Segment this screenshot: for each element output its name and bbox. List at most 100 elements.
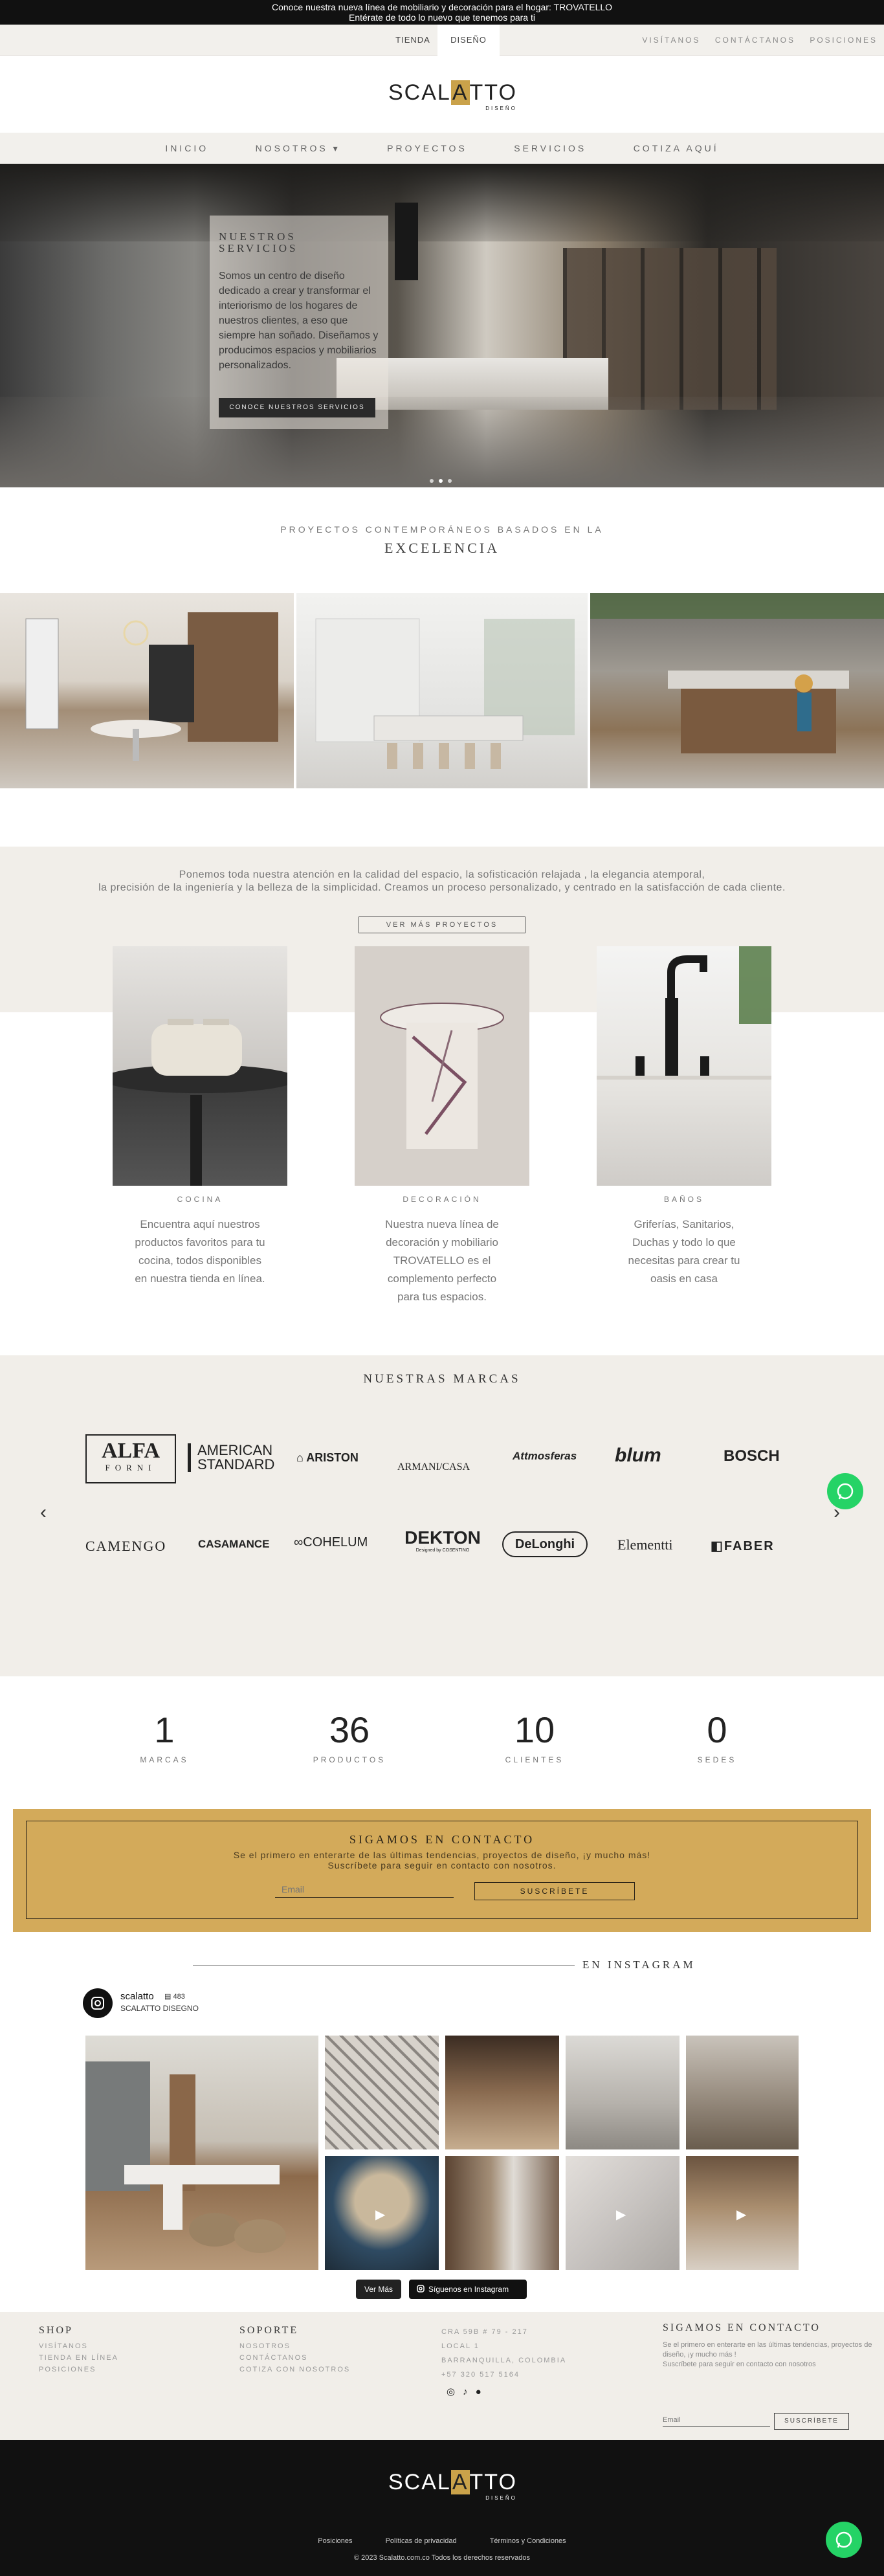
- brand-armani[interactable]: ARMANI/CASA: [397, 1461, 470, 1473]
- category-title-cocina: COCINA: [177, 1195, 223, 1204]
- project-image-kitchen[interactable]: [296, 593, 588, 788]
- instagram-post-9[interactable]: ▶: [686, 2156, 799, 2270]
- slider-dot[interactable]: [448, 479, 452, 483]
- nav-cotiza[interactable]: COTIZA AQUÍ: [634, 133, 719, 164]
- instagram-post-6[interactable]: ▶: [325, 2156, 439, 2270]
- instagram-more-button[interactable]: Ver Más: [356, 2280, 401, 2299]
- footer-link-nosotros[interactable]: NOSOTROS: [239, 2340, 350, 2352]
- footer-bottom-links: Posiciones Políticas de privacidad Térmi…: [0, 2537, 884, 2545]
- brand-cohelum[interactable]: ∞COHELUM: [294, 1535, 368, 1550]
- footer-link-tienda[interactable]: TIENDA EN LÍNEA: [39, 2352, 118, 2364]
- tiktok-icon[interactable]: ♪: [463, 2386, 476, 2397]
- brand-american-standard[interactable]: AMERICAN STANDARD: [188, 1443, 274, 1472]
- instagram-post-7[interactable]: [445, 2156, 559, 2270]
- footer-social-icons: ◎♪●: [447, 2386, 489, 2397]
- footer-logo[interactable]: SCALATTO DISEÑO: [388, 2470, 517, 2501]
- nav-servicios[interactable]: SERVICIOS: [514, 133, 586, 164]
- project-kitchen-drawing: [315, 618, 575, 769]
- brand-attmosferas[interactable]: Attmosferas: [513, 1450, 577, 1463]
- whatsapp-button-bottom[interactable]: [826, 2522, 862, 2558]
- footer-logo-start: SCAL: [388, 2470, 451, 2494]
- brand-delonghi[interactable]: DeLonghi: [502, 1531, 588, 1557]
- footer-address-line-2: LOCAL 1: [441, 2342, 480, 2350]
- newsletter-email-input[interactable]: [275, 1881, 454, 1898]
- link-posiciones[interactable]: POSICIONES: [810, 36, 878, 45]
- brand-ariston[interactable]: ⌂ ARISTON: [296, 1451, 359, 1465]
- brand-alfa[interactable]: ALFA FORNI: [85, 1434, 176, 1483]
- footer-link-posiciones[interactable]: POSICIONES: [39, 2364, 118, 2375]
- instagram-avatar[interactable]: [83, 1988, 113, 2018]
- site-logo[interactable]: SCALATTO DISEÑO: [388, 80, 517, 111]
- project-image-island[interactable]: [590, 593, 884, 788]
- newsletter-subscribe-button[interactable]: SUSCRÍBETE: [474, 1882, 635, 1900]
- hero-title-line-2: SERVICIOS: [219, 242, 298, 254]
- instagram-post-count: ▤ 483: [164, 1993, 185, 2001]
- slider-dot-active[interactable]: [439, 479, 443, 483]
- nav-inicio[interactable]: INICIO: [165, 133, 208, 164]
- hero-image-floor: [0, 397, 884, 487]
- instagram-handle[interactable]: scalatto: [120, 1991, 154, 2002]
- instagram-social-icon[interactable]: ◎: [447, 2386, 463, 2397]
- more-projects-button[interactable]: VER MÁS PROYECTOS: [359, 916, 525, 933]
- footer-link-terms[interactable]: Términos y Condiciones: [490, 2537, 566, 2545]
- instagram-divider: [193, 1965, 575, 1966]
- brand-casamance[interactable]: CASAMANCE: [198, 1538, 270, 1551]
- project-image-dining[interactable]: [0, 593, 294, 788]
- brand-camengo-name: CAMENGO: [85, 1538, 167, 1554]
- link-contactanos[interactable]: CONTÁCTANOS: [715, 36, 795, 45]
- hero-services-button[interactable]: CONOCE NUESTROS SERVICIOS: [219, 398, 375, 417]
- nav-proyectos[interactable]: PROYECTOS: [387, 133, 467, 164]
- newsletter-section: SIGAMOS EN CONTACTO Se el primero en ent…: [13, 1809, 871, 1932]
- footer-contact-text-2: diseño, ¡y mucho más !: [663, 2351, 736, 2359]
- brand-camengo[interactable]: CAMENGO: [85, 1538, 166, 1555]
- stat-clientes-label: CLIENTES: [505, 1755, 564, 1764]
- footer-link-visitanos[interactable]: VISÍTANOS: [39, 2340, 118, 2352]
- stat-marcas-number: 1: [154, 1709, 175, 1750]
- footer-link-posiciones-bottom[interactable]: Posiciones: [318, 2537, 352, 2545]
- facebook-icon[interactable]: ●: [476, 2386, 489, 2397]
- hero-title-line-1: NUESTROS: [219, 230, 296, 243]
- tab-diseno[interactable]: DISEÑO: [437, 25, 500, 56]
- instagram-post-5[interactable]: [686, 2036, 799, 2149]
- footer-address-line-1: CRA 59B # 79 - 217: [441, 2328, 528, 2336]
- nav-nosotros[interactable]: NOSOTROS ▾: [256, 133, 340, 164]
- instagram-post-4[interactable]: [566, 2036, 680, 2149]
- slider-dot[interactable]: [430, 479, 434, 483]
- category-image-decoracion[interactable]: [355, 946, 529, 1186]
- brand-dekton[interactable]: DEKTON Designed by COSENTINO: [403, 1527, 483, 1553]
- whatsapp-button[interactable]: [827, 1473, 863, 1509]
- brand-casamance-name: CASAMANCE: [198, 1538, 270, 1550]
- category-text-decoracion: Nuestra nueva línea de decoración y mobi…: [385, 1218, 499, 1303]
- footer-contact-text-3: Suscríbete para seguir en contacto con n…: [663, 2360, 816, 2368]
- instagram-post-2[interactable]: [325, 2036, 439, 2149]
- footer-address: CRA 59B # 79 - 217 LOCAL 1 BARRANQUILLA,…: [441, 2325, 566, 2382]
- category-image-cocina[interactable]: [113, 946, 287, 1186]
- brand-faber[interactable]: ◧FABER: [711, 1538, 775, 1554]
- footer-phone[interactable]: +57 320 517 5164: [441, 2368, 566, 2382]
- brands-prev-arrow[interactable]: ‹: [40, 1502, 47, 1524]
- instagram-post-8[interactable]: ▶: [566, 2156, 680, 2270]
- instagram-post-featured[interactable]: [85, 2036, 318, 2270]
- footer-link-cotiza[interactable]: COTIZA CON NOSOTROS: [239, 2364, 350, 2375]
- brand-bosch[interactable]: BOSCH: [724, 1447, 780, 1465]
- instagram-follow-label: Síguenos en Instagram: [428, 2285, 509, 2294]
- footer-subscribe-button[interactable]: SUSCRÍBETE: [774, 2413, 849, 2430]
- footer-support-title: SOPORTE: [239, 2325, 299, 2336]
- footer-email-input[interactable]: [663, 2413, 770, 2427]
- tab-tienda[interactable]: TIENDA: [388, 25, 437, 56]
- category-image-banos[interactable]: [597, 946, 771, 1186]
- footer-link-privacy[interactable]: Políticas de privacidad: [386, 2537, 457, 2545]
- hero-text: Somos un centro de diseño dedicado a cre…: [219, 271, 379, 371]
- footer-link-contactanos[interactable]: CONTÁCTANOS: [239, 2352, 350, 2364]
- hero-image-ceiling: [0, 164, 884, 241]
- stat-productos-number: 36: [329, 1709, 370, 1750]
- link-visitanos[interactable]: VISÍTANOS: [642, 36, 700, 45]
- play-icon: ▶: [736, 2208, 747, 2222]
- brand-elementti[interactable]: Elementti: [617, 1537, 673, 1553]
- brand-blum[interactable]: blum: [615, 1445, 661, 1467]
- footer-support-links: NOSOTROS CONTÁCTANOS COTIZA CON NOSOTROS: [239, 2340, 350, 2375]
- category-title-banos: BAÑOS: [663, 1195, 704, 1204]
- instagram-follow-button[interactable]: Síguenos en Instagram: [409, 2280, 527, 2299]
- newsletter-frame: SIGAMOS EN CONTACTO Se el primero en ent…: [26, 1821, 858, 1919]
- instagram-post-3[interactable]: [445, 2036, 559, 2149]
